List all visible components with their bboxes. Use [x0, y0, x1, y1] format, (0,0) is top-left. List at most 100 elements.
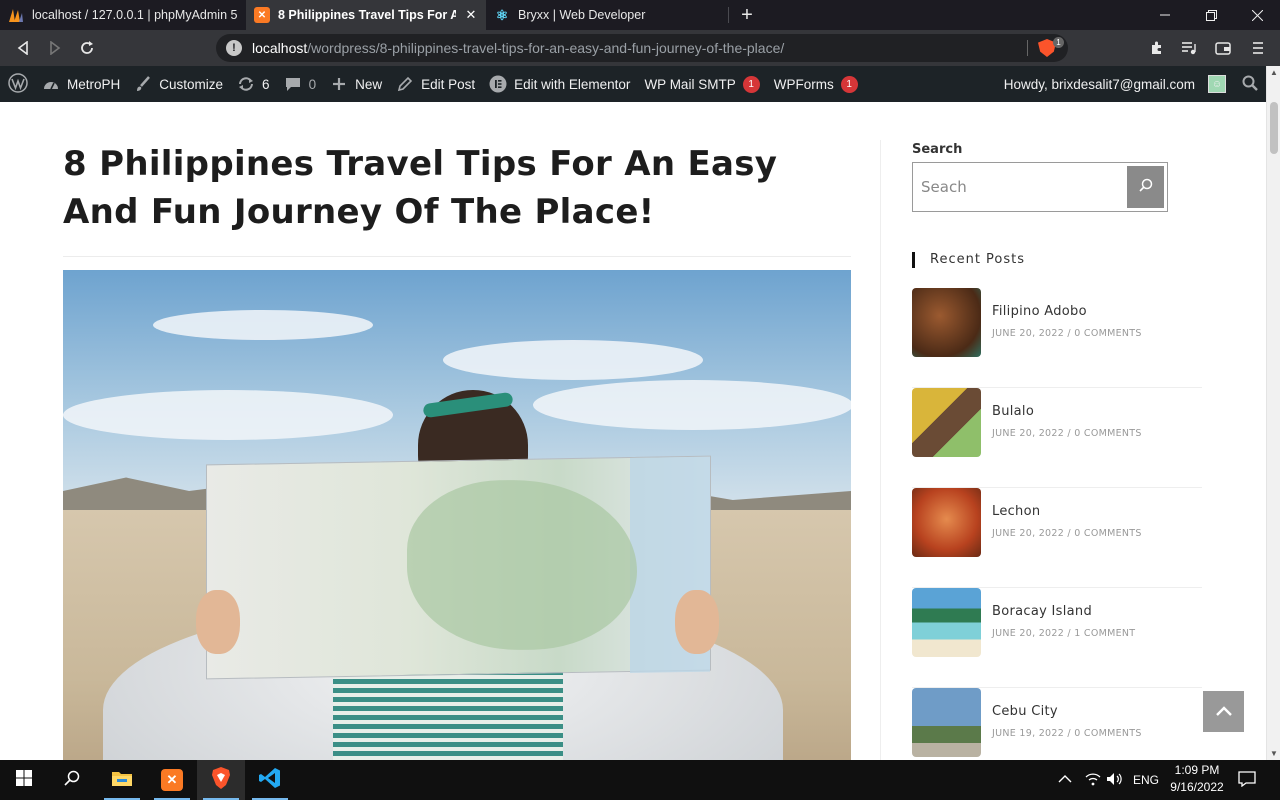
close-window-button[interactable]: [1234, 0, 1280, 30]
recent-posts-title: Recent Posts: [912, 252, 1202, 268]
site-name-menu[interactable]: MetroPH: [35, 66, 127, 102]
notification-icon: [1238, 770, 1256, 790]
xampp-taskbar-button[interactable]: ✕: [148, 760, 196, 800]
folder-icon: [111, 769, 133, 792]
input-language-indicator[interactable]: ENG: [1133, 760, 1159, 800]
wifi-icon: [1085, 772, 1101, 789]
reload-button[interactable]: [76, 37, 98, 59]
scrollbar-thumb[interactable]: [1270, 102, 1278, 154]
site-name-label: MetroPH: [67, 76, 121, 92]
recent-post-title[interactable]: Boracay Island: [992, 604, 1092, 619]
recent-post-item[interactable]: Filipino Adobo JUNE 20, 2022 / 0 COMMENT…: [912, 288, 1202, 388]
tab-current-post[interactable]: ✕ 8 Philippines Travel Tips For An Ea ✕: [246, 0, 486, 30]
recent-post-item[interactable]: Lechon JUNE 20, 2022 / 0 COMMENTS: [912, 488, 1202, 588]
post-thumbnail[interactable]: [912, 388, 981, 457]
menu-icon[interactable]: [1247, 37, 1269, 59]
featured-image: [63, 270, 851, 760]
recent-post-item[interactable]: Boracay Island JUNE 20, 2022 / 1 COMMENT: [912, 588, 1202, 688]
wallet-icon[interactable]: [1212, 37, 1234, 59]
image-right-hand: [675, 590, 719, 654]
paintbrush-icon: [134, 76, 152, 92]
volume-button[interactable]: [1106, 760, 1124, 800]
page-scrollbar[interactable]: ▲ ▼: [1266, 66, 1280, 760]
wpforms-label: WPForms: [773, 76, 834, 92]
chevron-up-icon: [1215, 703, 1232, 721]
clock-time: 1:09 PM: [1174, 763, 1220, 777]
playlist-icon[interactable]: [1178, 37, 1200, 59]
recent-post-item[interactable]: Bulalo JUNE 20, 2022 / 0 COMMENTS: [912, 388, 1202, 488]
comments-link[interactable]: 0: [277, 66, 324, 102]
brave-browser-icon: [211, 766, 231, 794]
brave-taskbar-button[interactable]: [197, 760, 245, 800]
edit-with-elementor-link[interactable]: Edit with Elementor: [482, 66, 637, 102]
phpmyadmin-icon: [8, 7, 24, 23]
wpforms-menu[interactable]: WPForms 1: [767, 66, 865, 102]
post-thumbnail[interactable]: [912, 588, 981, 657]
wp-mail-smtp-badge: 1: [742, 75, 760, 93]
recent-post-title[interactable]: Lechon: [992, 504, 1040, 519]
admin-bar-search[interactable]: [1234, 66, 1266, 102]
new-tab-button[interactable]: +: [729, 0, 765, 30]
post-thumbnail[interactable]: [912, 288, 981, 357]
wordpress-logo-menu[interactable]: [0, 66, 35, 102]
taskbar-search-button[interactable]: [48, 760, 96, 800]
edit-elementor-label: Edit with Elementor: [514, 76, 631, 92]
close-tab-icon[interactable]: ✕: [464, 7, 478, 23]
tab-title: Bryxx | Web Developer: [518, 8, 646, 22]
vscode-taskbar-button[interactable]: [246, 760, 294, 800]
recent-post-title[interactable]: Filipino Adobo: [992, 304, 1087, 319]
show-hidden-icons-button[interactable]: [1058, 760, 1072, 800]
customize-label: Customize: [159, 76, 224, 92]
recent-post-title[interactable]: Cebu City: [992, 704, 1058, 719]
file-explorer-taskbar-button[interactable]: [98, 760, 146, 800]
chevron-up-icon: [1058, 773, 1072, 787]
address-bar[interactable]: ! localhost/wordpress/8-philippines-trav…: [216, 34, 1068, 62]
forward-button[interactable]: [44, 37, 66, 59]
start-button[interactable]: [0, 760, 48, 800]
image-shirt: [333, 670, 563, 760]
search-submit-button[interactable]: [1127, 166, 1164, 208]
updates-link[interactable]: 6: [230, 66, 277, 102]
tab-bryxx[interactable]: ⚛ Bryxx | Web Developer: [486, 0, 728, 30]
recent-post-title[interactable]: Bulalo: [992, 404, 1034, 419]
post-thumbnail[interactable]: [912, 488, 981, 557]
title-divider: [63, 256, 851, 257]
scroll-to-top-button[interactable]: [1203, 691, 1244, 732]
search-icon: [1242, 75, 1258, 94]
scroll-down-arrow[interactable]: ▼: [1267, 749, 1280, 758]
browser-tab-strip: localhost / 127.0.0.1 | phpMyAdmin 5. ✕ …: [0, 0, 1280, 30]
image-map: [206, 455, 711, 680]
updates-count: 6: [262, 76, 270, 92]
minimize-button[interactable]: [1142, 0, 1188, 30]
browser-toolbar: ! localhost/wordpress/8-philippines-trav…: [0, 30, 1280, 66]
howdy-label: Howdy, brixdesalit7@gmail.com: [1003, 76, 1195, 92]
post-thumbnail[interactable]: [912, 688, 981, 757]
recent-post-meta: JUNE 20, 2022 / 0 COMMENTS: [992, 528, 1142, 539]
edit-post-label: Edit Post: [421, 76, 476, 92]
site-info-icon[interactable]: !: [226, 40, 242, 56]
search-input[interactable]: [915, 165, 1127, 209]
image-cloud: [533, 380, 851, 430]
shields-count-badge: 1: [1053, 37, 1064, 48]
recent-posts-list: Filipino Adobo JUNE 20, 2022 / 0 COMMENT…: [912, 288, 1202, 760]
notifications-button[interactable]: [1238, 760, 1256, 800]
restore-button[interactable]: [1188, 0, 1234, 30]
tab-phpmyadmin[interactable]: localhost / 127.0.0.1 | phpMyAdmin 5.: [0, 0, 246, 30]
wp-mail-smtp-menu[interactable]: WP Mail SMTP 1: [637, 66, 766, 102]
new-label: New: [355, 76, 383, 92]
admin-bar-secondary: Howdy, brixdesalit7@gmail.com ☺: [997, 66, 1266, 102]
omni-divider: [1027, 40, 1028, 56]
recent-post-item[interactable]: Cebu City JUNE 19, 2022 / 0 COMMENTS: [912, 688, 1202, 760]
taskbar-clock[interactable]: 1:09 PM 9/16/2022: [1162, 762, 1232, 796]
xampp-icon: ✕: [161, 769, 183, 791]
my-account-menu[interactable]: Howdy, brixdesalit7@gmail.com ☺: [997, 66, 1234, 102]
scroll-up-arrow[interactable]: ▲: [1267, 68, 1280, 77]
customize-link[interactable]: Customize: [127, 66, 230, 102]
network-status-button[interactable]: [1085, 760, 1101, 800]
extensions-icon[interactable]: [1146, 37, 1168, 59]
new-content-menu[interactable]: New: [323, 66, 389, 102]
elementor-icon: [489, 75, 507, 93]
back-button[interactable]: [12, 37, 34, 59]
updates-icon: [237, 76, 255, 92]
edit-post-link[interactable]: Edit Post: [389, 66, 482, 102]
